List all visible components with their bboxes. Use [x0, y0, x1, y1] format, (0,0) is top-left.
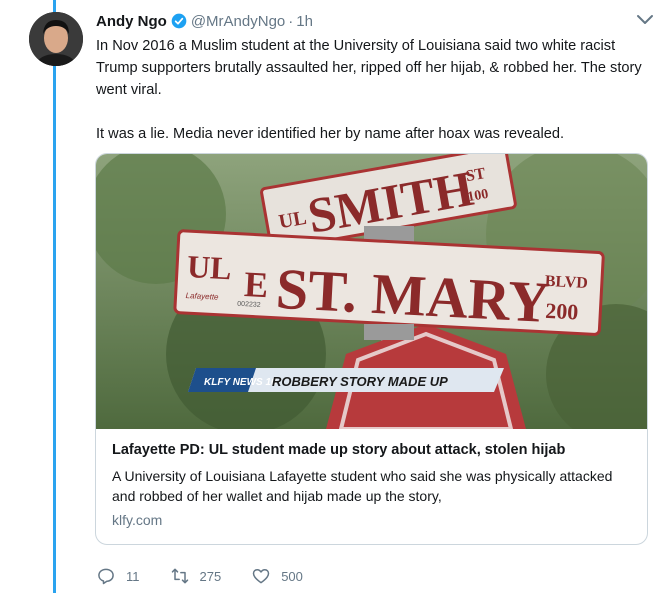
- sign-main-number: 200: [545, 298, 579, 325]
- sign-main-suffix: BLVD: [544, 273, 588, 292]
- reply-button[interactable]: 11: [96, 566, 140, 586]
- card-title: Lafayette PD: UL student made up story a…: [112, 442, 566, 458]
- sign-main-e: E: [243, 264, 269, 305]
- tweet-actions: 11 275 500: [96, 565, 333, 587]
- card-image[interactable]: UL SMITH ST 100 UL Lafayette 002232 E ST…: [96, 154, 647, 429]
- author-name[interactable]: Andy Ngo: [96, 13, 167, 30]
- reply-icon: [98, 568, 114, 585]
- like-button[interactable]: 500: [251, 566, 303, 586]
- sign-main-small: Lafayette: [185, 291, 219, 302]
- news-banner: ROBBERY STORY MADE UP: [272, 374, 448, 389]
- retweet-icon: [171, 568, 188, 584]
- tweet-header: Andy Ngo @MrAndyNgo · 1h: [96, 10, 652, 32]
- chevron-down-icon[interactable]: [636, 14, 654, 26]
- timestamp[interactable]: 1h: [296, 13, 313, 30]
- separator-dot: ·: [288, 12, 294, 30]
- retweet-count: 275: [199, 568, 222, 584]
- avatar[interactable]: [29, 12, 83, 66]
- verified-badge-icon: [171, 13, 187, 29]
- link-card[interactable]: UL SMITH ST 100 UL Lafayette 002232 E ST…: [95, 153, 648, 545]
- tweet-text: In Nov 2016 a Muslim student at the Univ…: [96, 38, 642, 142]
- retweet-button[interactable]: 275: [170, 566, 222, 586]
- reply-count: 11: [126, 568, 140, 584]
- card-description: A University of Louisiana Lafayette stud…: [112, 468, 613, 504]
- author-handle[interactable]: @MrAndyNgo: [191, 13, 285, 30]
- sign-top-suffix: ST: [464, 165, 487, 185]
- sign-main-prefix: UL: [186, 248, 232, 286]
- avatar-image: [29, 12, 83, 66]
- news-logo: KLFY NEWS 10: [204, 377, 277, 388]
- like-count: 500: [281, 568, 303, 584]
- heart-icon: [252, 569, 270, 584]
- card-domain: klfy.com: [112, 512, 163, 528]
- thread-line: [53, 0, 56, 593]
